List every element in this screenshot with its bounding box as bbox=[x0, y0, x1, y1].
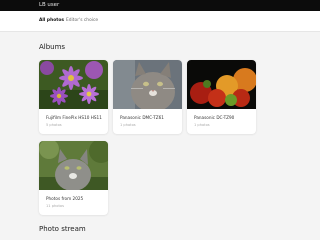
album-title: Photos from 2025 bbox=[46, 196, 84, 201]
album-title: Panasonic DMC-TZ61 bbox=[120, 115, 164, 120]
albums-heading: Albums bbox=[39, 43, 66, 51]
album-thumbnail-cat-garden bbox=[39, 141, 108, 190]
tab-all-photos[interactable]: All photos bbox=[39, 11, 64, 31]
album-thumbnail-cat bbox=[113, 60, 182, 109]
album-photo-count: 1 photos bbox=[120, 123, 136, 127]
album-thumbnail-tomatoes bbox=[187, 60, 256, 109]
album-photo-count: 1 photos bbox=[194, 123, 210, 127]
album-photo-count: 11 photos bbox=[46, 204, 64, 208]
album-card[interactable]: Fujifilm FinePix HS10 HS11 5 photos bbox=[39, 60, 108, 134]
album-card[interactable]: Panasonic DC-TZ90 1 photos bbox=[187, 60, 256, 134]
album-photo-count: 5 photos bbox=[46, 123, 62, 127]
top-bar: LB user bbox=[0, 0, 320, 11]
album-card[interactable]: Panasonic DMC-TZ61 1 photos bbox=[113, 60, 182, 134]
nav-tabs: All photos Editor's choice bbox=[0, 11, 320, 32]
album-thumbnail-flowers bbox=[39, 60, 108, 109]
user-name[interactable]: LB user bbox=[39, 1, 59, 10]
photo-stream-heading: Photo stream bbox=[39, 225, 86, 233]
album-title: Fujifilm FinePix HS10 HS11 bbox=[46, 115, 102, 120]
album-title: Panasonic DC-TZ90 bbox=[194, 115, 235, 120]
tab-editors-choice[interactable]: Editor's choice bbox=[66, 11, 98, 31]
album-card[interactable]: Photos from 2025 11 photos bbox=[39, 141, 108, 215]
